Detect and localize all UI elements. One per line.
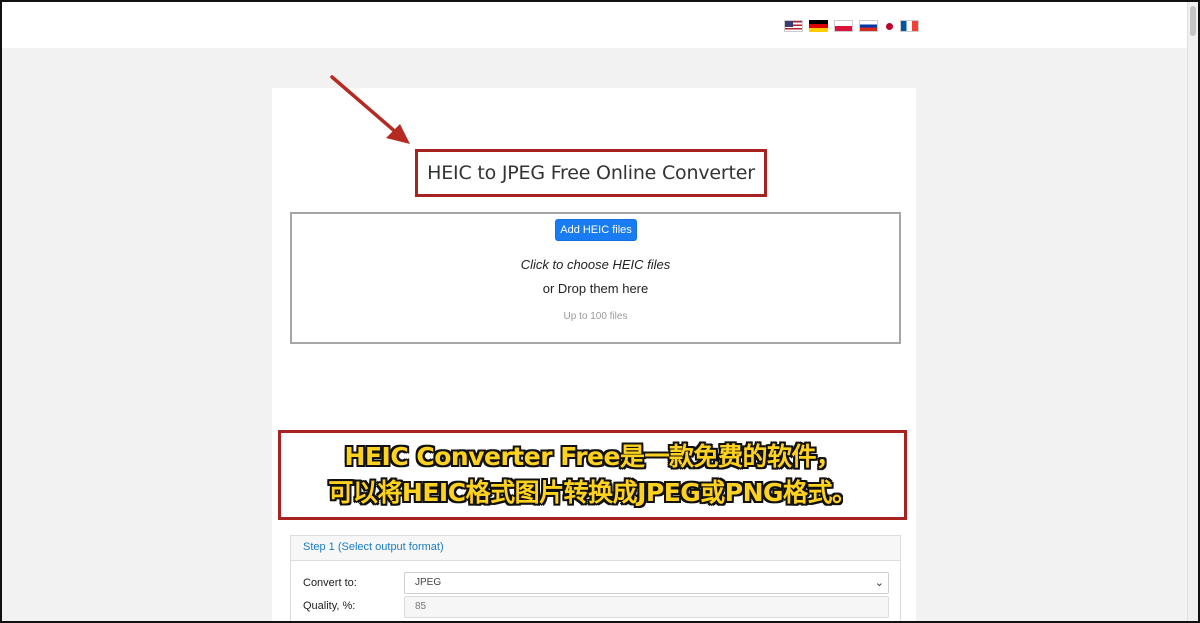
dropzone-choose-text: Click to choose HEIC files: [520, 257, 671, 272]
convert-to-label: Convert to:: [303, 577, 357, 589]
quality-input[interactable]: 85: [404, 596, 889, 618]
page-title: HEIC to JPEG Free Online Converter: [427, 162, 755, 184]
output-format-select[interactable]: JPEG ⌄: [404, 572, 889, 594]
caption-overlay: HEIC Converter Free是一款免费的软件， 可以将HEIC格式图片…: [278, 430, 907, 520]
caption-line-2: 可以将HEIC格式图片转换成JPEG或PNG格式。: [328, 478, 857, 507]
add-heic-files-button[interactable]: Add HEIC files: [555, 219, 637, 241]
scrollbar-thumb[interactable]: [1190, 6, 1196, 36]
ru-flag-icon[interactable]: [859, 20, 878, 32]
dropzone-drop-text: or Drop them here: [542, 281, 649, 296]
language-selector: [784, 20, 919, 32]
caption-line-1: HEIC Converter Free是一款免费的软件，: [344, 442, 841, 471]
file-dropzone[interactable]: Add HEIC files Click to choose HEIC file…: [290, 212, 901, 344]
pl-flag-icon[interactable]: [834, 20, 853, 32]
jp-flag-icon[interactable]: [884, 20, 894, 32]
dropzone-limit-text: Up to 100 files: [563, 311, 628, 322]
quality-label: Quality, %:: [303, 600, 356, 612]
chevron-down-icon: ⌄: [874, 576, 884, 589]
screenshot-frame: HEIC to JPEG Free Online Converter Add H…: [0, 0, 1200, 623]
step1-title: Step 1 (Select output format): [303, 541, 444, 553]
red-arrow-icon: [330, 75, 410, 144]
title-highlight-box: HEIC to JPEG Free Online Converter: [415, 149, 767, 197]
step1-panel: Step 1 (Select output format) Convert to…: [290, 535, 901, 621]
fr-flag-icon[interactable]: [900, 20, 919, 32]
top-bar: [2, 2, 1188, 48]
step1-header: Step 1 (Select output format): [291, 536, 900, 561]
us-flag-icon[interactable]: [784, 20, 803, 32]
de-flag-icon[interactable]: [809, 20, 828, 32]
scrollbar[interactable]: [1187, 2, 1198, 621]
output-format-value: JPEG: [415, 577, 442, 588]
quality-value: 85: [415, 601, 427, 612]
